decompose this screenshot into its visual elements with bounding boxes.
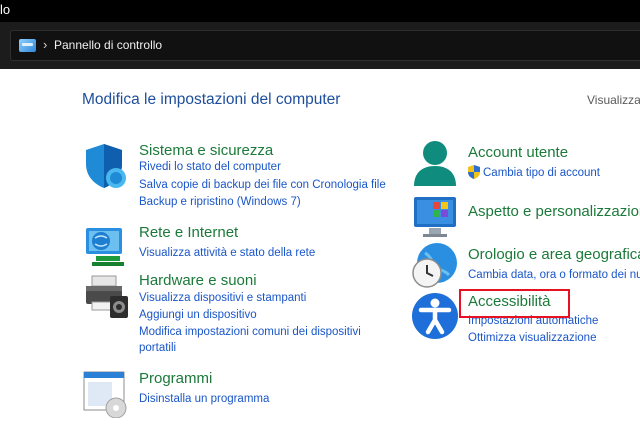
link-mobility-settings[interactable]: Modifica impostazioni comuni dei disposi… <box>139 324 361 340</box>
category-title-clock-region[interactable]: Orologio e area geografica <box>468 246 640 263</box>
category-title-programs[interactable]: Programmi <box>139 370 212 387</box>
programs-icon[interactable] <box>82 370 130 418</box>
address-bar: › Pannello di controllo <box>0 22 640 69</box>
link-review-computer-status[interactable]: Rivedi lo stato del computer <box>139 159 281 175</box>
address-field[interactable]: › Pannello di controllo <box>10 30 640 61</box>
link-network-status[interactable]: Visualizza attività e stato della rete <box>139 245 315 261</box>
shield-icon[interactable] <box>82 142 130 190</box>
printer-icon[interactable] <box>82 272 130 320</box>
view-by-label: Visualizza <box>587 93 640 107</box>
category-title-hardware-sound[interactable]: Hardware e suoni <box>139 272 257 289</box>
clock-globe-icon[interactable] <box>411 241 459 289</box>
page-title: Modifica le impostazioni del computer <box>82 91 341 108</box>
link-change-account-type[interactable]: Cambia tipo di account <box>483 165 600 181</box>
link-mobility-settings-cont[interactable]: portatili <box>139 340 176 356</box>
link-optimize-display[interactable]: Ottimizza visualizzazione <box>468 330 596 346</box>
category-title-user-accounts[interactable]: Account utente <box>468 144 568 161</box>
category-title-system-security[interactable]: Sistema e sicurezza <box>139 142 273 159</box>
link-file-history-backup[interactable]: Salva copie di backup dei file con Crono… <box>139 177 386 193</box>
window-title: lo <box>0 2 11 17</box>
category-title-appearance[interactable]: Aspetto e personalizzazione <box>468 203 640 220</box>
link-devices-printers[interactable]: Visualizza dispositivi e stampanti <box>139 290 306 306</box>
appearance-icon[interactable] <box>411 194 459 242</box>
title-bar: lo <box>0 0 640 22</box>
user-icon[interactable] <box>411 140 459 188</box>
link-uninstall-program[interactable]: Disinstalla un programma <box>139 391 269 407</box>
link-change-date-time-format[interactable]: Cambia data, ora o formato dei numeri <box>468 267 640 283</box>
link-backup-restore[interactable]: Backup e ripristino (Windows 7) <box>139 194 301 210</box>
accessibility-icon[interactable] <box>411 292 459 340</box>
breadcrumb-control-panel[interactable]: Pannello di controllo <box>54 38 162 52</box>
highlight-box <box>459 289 570 318</box>
network-icon[interactable] <box>82 222 130 270</box>
chevron-right-icon[interactable]: › <box>43 37 47 52</box>
link-add-device[interactable]: Aggiungi un dispositivo <box>139 307 257 323</box>
uac-shield-icon <box>468 165 480 179</box>
category-title-network-internet[interactable]: Rete e Internet <box>139 224 238 241</box>
control-panel-icon <box>19 39 36 52</box>
